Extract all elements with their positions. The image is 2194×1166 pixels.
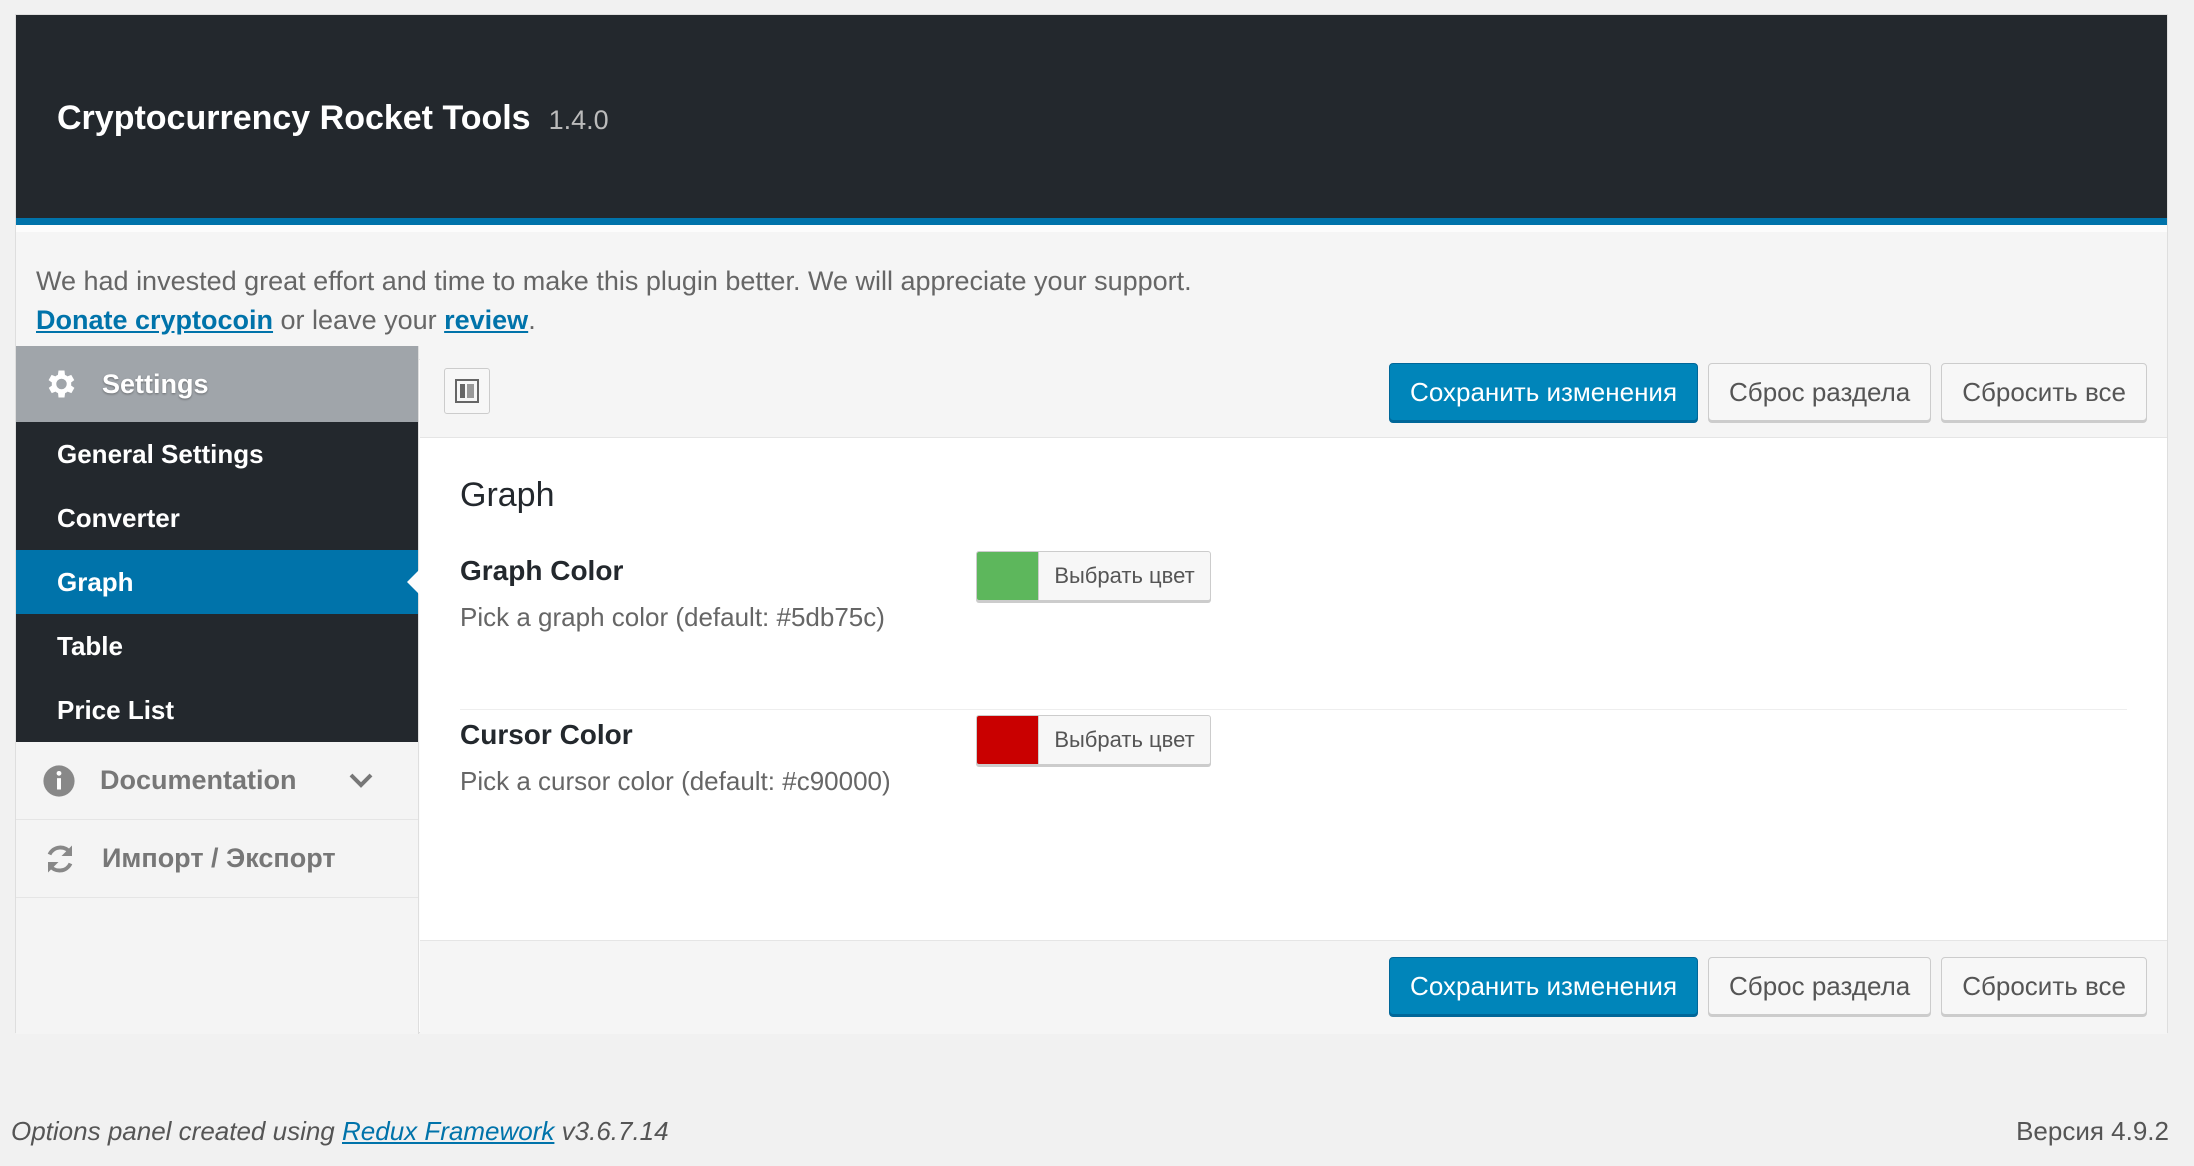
sidebar-settings-header[interactable]: Settings <box>16 346 418 422</box>
reset-all-button[interactable]: Сбросить все <box>1941 957 2147 1015</box>
color-picker-label: Выбрать цвет <box>1054 727 1195 752</box>
options-panel: Cryptocurrency Rocket Tools 1.4.0 We had… <box>15 14 2168 1034</box>
bottom-toolbar: Сохранить изменения Сброс раздела Сброси… <box>420 940 2167 1034</box>
sidebar-subitem-price-list[interactable]: Price List <box>16 678 418 742</box>
sidebar-item-documentation[interactable]: Documentation <box>16 742 418 820</box>
notice-middle: or leave your <box>273 305 445 335</box>
sidebar: Settings General Settings Converter Graph T… <box>16 346 419 1034</box>
color-picker-label: Выбрать цвет <box>1054 563 1195 588</box>
layout-icon <box>455 379 479 403</box>
support-notice: We had invested great effort and time to… <box>16 232 2167 360</box>
sidebar-subitem-graph[interactable]: Graph <box>16 550 419 614</box>
save-button[interactable]: Сохранить изменения <box>1389 957 1699 1015</box>
top-toolbar: Сохранить изменения Сброс раздела Сброси… <box>420 346 2167 438</box>
reset-section-button[interactable]: Сброс раздела <box>1708 363 1932 421</box>
section-content: Graph Graph Color Pick a graph color (de… <box>420 438 2167 940</box>
field-description: Pick a cursor color (default: #c90000) <box>460 766 891 796</box>
settings-submenu: General Settings Converter Graph Table Price… <box>16 422 419 742</box>
redux-framework-link[interactable]: Redux Framework <box>342 1116 554 1146</box>
gear-icon <box>48 370 75 398</box>
plugin-version: 1.4.0 <box>548 105 609 135</box>
field-description: Pick a graph color (default: #5db75c) <box>460 602 885 632</box>
field-divider <box>460 709 2127 710</box>
save-button[interactable]: Сохранить изменения <box>1389 363 1699 421</box>
review-link[interactable]: review <box>444 305 528 335</box>
graph-color-picker-button[interactable]: Выбрать цвет <box>976 551 1211 601</box>
wp-version: Версия 4.9.2 <box>2016 1116 2169 1146</box>
sidebar-subitem-general-settings[interactable]: General Settings <box>16 422 418 486</box>
info-icon <box>43 764 75 797</box>
field-title: Cursor Color <box>460 719 633 750</box>
plugin-title: Cryptocurrency Rocket Tools <box>57 99 531 137</box>
panel-header: Cryptocurrency Rocket Tools 1.4.0 <box>16 15 2167 225</box>
chevron-down-icon[interactable] <box>348 770 374 790</box>
color-swatch <box>977 552 1039 600</box>
sidebar-item-import-export[interactable]: Импорт / Экспорт <box>16 820 418 898</box>
refresh-icon <box>47 845 73 872</box>
color-swatch <box>977 716 1039 764</box>
sidebar-subitem-converter[interactable]: Converter <box>16 486 418 550</box>
reset-section-button[interactable]: Сброс раздела <box>1708 957 1932 1015</box>
sidebar-item-label: Documentation <box>100 765 297 795</box>
donate-link[interactable]: Donate cryptocoin <box>36 305 273 335</box>
credit-prefix: Options panel created using <box>11 1116 342 1146</box>
field-title: Graph Color <box>460 555 624 586</box>
notice-text: We had invested great effort and time to… <box>36 266 1192 296</box>
main-area: Сохранить изменения Сброс раздела Сброси… <box>420 346 2167 1034</box>
sidebar-subitem-table[interactable]: Table <box>16 614 418 678</box>
sidebar-item-label: Импорт / Экспорт <box>102 843 336 873</box>
credit-suffix: v3.6.7.14 <box>554 1116 669 1146</box>
redux-credit: Options panel created using Redux Framew… <box>11 1116 669 1147</box>
expand-options-button[interactable] <box>444 368 490 414</box>
sidebar-settings-label: Settings <box>102 368 209 399</box>
section-title: Graph <box>460 476 555 514</box>
cursor-color-picker-button[interactable]: Выбрать цвет <box>976 715 1211 765</box>
reset-all-button[interactable]: Сбросить все <box>1941 363 2147 421</box>
notice-end: . <box>528 305 536 335</box>
